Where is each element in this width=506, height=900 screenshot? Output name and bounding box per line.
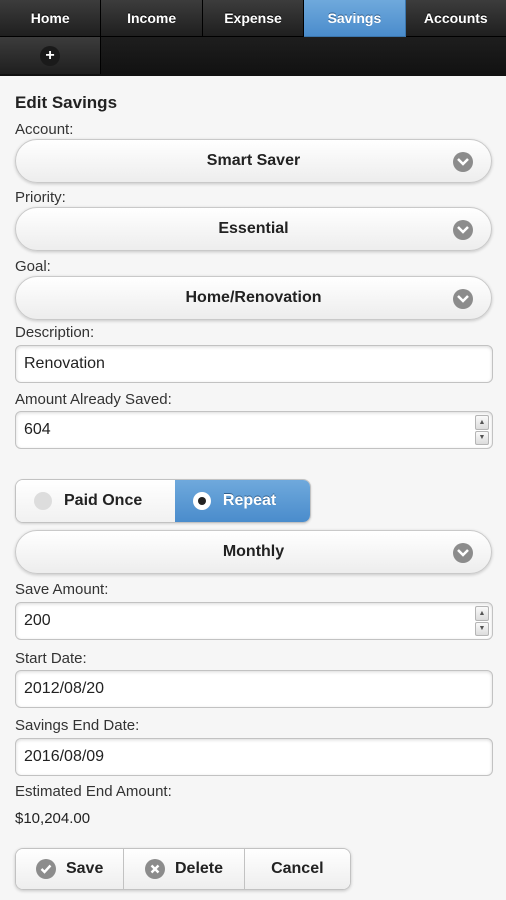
save-label: Save xyxy=(65,860,104,877)
estimated-label: Estimated End Amount: xyxy=(15,783,172,800)
chevron-down-icon xyxy=(453,289,473,309)
amount-saved-input[interactable]: 604 ▲ ▼ xyxy=(15,411,493,449)
goal-select[interactable]: Home/Renovation xyxy=(15,276,492,320)
save-amount-label: Save Amount: xyxy=(15,581,109,598)
amount-saved-label: Amount Already Saved: xyxy=(15,391,172,408)
save-amount-stepper[interactable]: ▲ ▼ xyxy=(475,606,489,636)
start-date-value: 2012/08/20 xyxy=(24,680,105,697)
tab-expense[interactable]: Expense xyxy=(202,0,305,37)
start-date-label: Start Date: xyxy=(15,650,87,667)
stepper-down-icon[interactable]: ▼ xyxy=(475,430,489,445)
save-amount-input[interactable]: 200 ▲ ▼ xyxy=(15,602,493,640)
amount-saved-value: 604 xyxy=(24,421,51,438)
repeat-option[interactable]: Repeat xyxy=(174,480,310,522)
cancel-button[interactable]: Cancel xyxy=(244,849,350,889)
stepper-up-icon[interactable]: ▲ xyxy=(475,606,489,621)
paid-once-option[interactable]: Paid Once xyxy=(16,480,175,522)
delete-icon xyxy=(144,859,165,879)
paid-once-label: Paid Once xyxy=(64,492,143,509)
description-input[interactable]: Renovation xyxy=(15,345,493,383)
action-buttons: Save Delete Cancel xyxy=(15,848,351,890)
chevron-down-icon xyxy=(453,220,473,240)
description-value: Renovation xyxy=(24,355,105,372)
stepper-down-icon[interactable]: ▼ xyxy=(475,621,489,636)
frequency-select[interactable]: Monthly xyxy=(15,530,492,574)
account-value: Smart Saver xyxy=(206,152,301,169)
plus-icon: + xyxy=(40,45,60,66)
start-date-input[interactable]: 2012/08/20 xyxy=(15,670,493,708)
radio-checked-icon xyxy=(192,492,211,510)
amount-saved-stepper[interactable]: ▲ ▼ xyxy=(475,415,489,445)
end-date-input[interactable]: 2016/08/09 xyxy=(15,738,493,776)
priority-value: Essential xyxy=(218,220,289,237)
priority-label: Priority: xyxy=(15,189,66,206)
cancel-label: Cancel xyxy=(271,860,324,877)
account-label: Account: xyxy=(15,121,74,138)
save-amount-value: 200 xyxy=(24,612,51,629)
check-icon xyxy=(35,859,56,879)
stepper-up-icon[interactable]: ▲ xyxy=(475,415,489,430)
repeat-label: Repeat xyxy=(222,492,277,509)
delete-button[interactable]: Delete xyxy=(124,849,245,889)
tab-accounts[interactable]: Accounts xyxy=(405,0,506,37)
radio-unchecked-icon xyxy=(34,492,52,510)
chevron-down-icon xyxy=(453,543,473,563)
frequency-mode-toggle: Paid Once Repeat xyxy=(15,479,311,523)
estimated-value: $10,204.00 xyxy=(15,810,91,827)
save-button[interactable]: Save xyxy=(16,849,125,889)
delete-label: Delete xyxy=(174,860,224,877)
top-navbar: Home Income Expense Savings Accounts + xyxy=(0,0,506,76)
tab-income[interactable]: Income xyxy=(101,0,203,37)
tab-savings[interactable]: Savings xyxy=(304,0,406,37)
goal-label: Goal: xyxy=(15,258,51,275)
page-title: Edit Savings xyxy=(15,93,118,112)
frequency-value: Monthly xyxy=(222,543,285,560)
chevron-down-icon xyxy=(453,152,473,172)
account-select[interactable]: Smart Saver xyxy=(15,139,492,183)
tab-home[interactable]: Home xyxy=(0,0,102,37)
add-button[interactable]: + xyxy=(0,37,101,74)
end-date-label: Savings End Date: xyxy=(15,717,140,734)
description-label: Description: xyxy=(15,324,95,341)
priority-select[interactable]: Essential xyxy=(15,207,492,251)
end-date-value: 2016/08/09 xyxy=(24,748,105,765)
goal-value: Home/Renovation xyxy=(185,289,322,306)
nav-tabs: Home Income Expense Savings Accounts xyxy=(0,0,506,37)
